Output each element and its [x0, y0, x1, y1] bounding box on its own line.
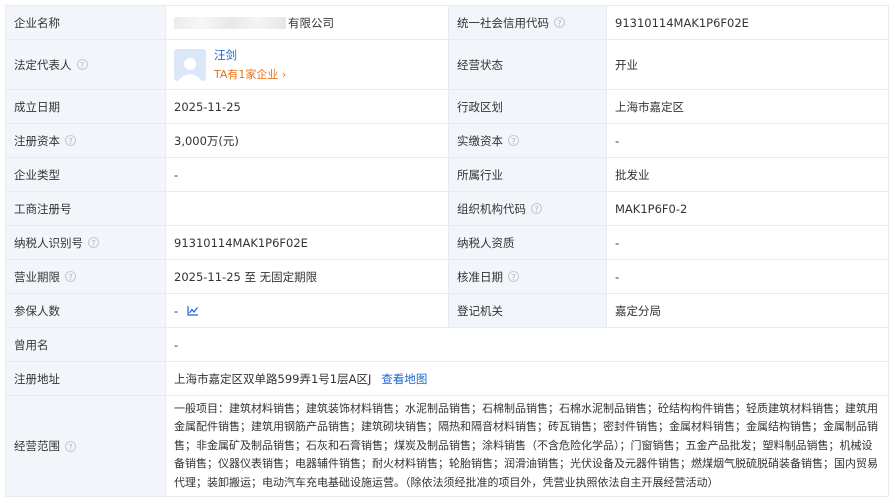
value-term: 2025-11-25 至 无固定期限 — [165, 260, 448, 293]
label-org-code: 组织机构代码? — [448, 192, 606, 225]
value-scope: 一般项目：建筑材料销售；建筑装饰材料销售；水泥制品销售；石棉制品销售；石棉水泥制… — [165, 396, 889, 496]
row-company-name: 企业名称 有限公司 统一社会信用代码? 91310114MAK1P6F02E — [5, 5, 889, 40]
label-address: 注册地址 — [5, 362, 165, 395]
label-status: 经营状态 — [448, 40, 606, 89]
view-map-link[interactable]: 查看地图 — [381, 371, 427, 387]
label-company-name: 企业名称 — [5, 6, 165, 39]
row-address: 注册地址 上海市嘉定区双单路599弄1号1层A区J 查看地图 — [5, 362, 889, 396]
value-founded: 2025-11-25 — [165, 90, 448, 123]
value-approval-date: - — [606, 260, 889, 293]
company-info-table: 企业名称 有限公司 统一社会信用代码? 91310114MAK1P6F02E 法… — [5, 5, 889, 497]
question-circle-icon[interactable]: ? — [65, 271, 76, 282]
redacted-name-block — [174, 16, 286, 29]
row-taxpayer: 纳税人识别号? 91310114MAK1P6F02E 纳税人资质 - — [5, 226, 889, 260]
row-legal-rep: 法定代表人? 汪剑 TA有1家企业 › 经营状态 开业 — [5, 40, 889, 90]
value-reg-no — [165, 192, 448, 225]
value-reg-capital: 3,000万(元) — [165, 124, 448, 157]
label-insured: 参保人数 — [5, 294, 165, 327]
label-company-type: 企业类型 — [5, 158, 165, 191]
question-circle-icon[interactable]: ? — [65, 440, 76, 452]
question-circle-icon[interactable]: ? — [554, 17, 565, 28]
label-taxpayer-id: 纳税人识别号? — [5, 226, 165, 259]
question-circle-icon[interactable]: ? — [76, 59, 88, 70]
label-paid-capital: 实缴资本? — [448, 124, 606, 157]
label-industry: 所属行业 — [448, 158, 606, 191]
question-circle-icon[interactable]: ? — [88, 237, 99, 248]
row-former-name: 曾用名 - — [5, 328, 889, 362]
row-type: 企业类型 - 所属行业 批发业 — [5, 158, 889, 192]
label-founded: 成立日期 — [5, 90, 165, 123]
row-term: 营业期限? 2025-11-25 至 无固定期限 核准日期? - — [5, 260, 889, 294]
row-scope: 经营范围? 一般项目：建筑材料销售；建筑装饰材料销售；水泥制品销售；石棉制品销售… — [5, 396, 889, 497]
value-industry: 批发业 — [606, 158, 889, 191]
question-circle-icon[interactable]: ? — [508, 135, 519, 146]
row-reg-no: 工商注册号 组织机构代码? MAK1P6F0-2 — [5, 192, 889, 226]
person-avatar-icon[interactable] — [174, 48, 206, 81]
value-legal-rep: 汪剑 TA有1家企业 › — [165, 40, 448, 89]
value-authority: 嘉定分局 — [606, 294, 889, 327]
label-legal-rep: 法定代表人? — [5, 40, 165, 89]
row-capital: 注册资本? 3,000万(元) 实缴资本? - — [5, 124, 889, 158]
label-former-name: 曾用名 — [5, 328, 165, 361]
value-region: 上海市嘉定区 — [606, 90, 889, 123]
value-address: 上海市嘉定区双单路599弄1号1层A区J 查看地图 — [165, 362, 889, 395]
value-status: 开业 — [606, 40, 889, 89]
row-founded: 成立日期 2025-11-25 行政区划 上海市嘉定区 — [5, 90, 889, 124]
label-reg-capital: 注册资本? — [5, 124, 165, 157]
value-company-type: - — [165, 158, 448, 191]
value-taxpayer-qual: - — [606, 226, 889, 259]
label-authority: 登记机关 — [448, 294, 606, 327]
label-taxpayer-qual: 纳税人资质 — [448, 226, 606, 259]
legal-rep-name-link[interactable]: 汪剑 — [214, 47, 286, 63]
value-former-name: - — [165, 328, 889, 361]
label-term: 营业期限? — [5, 260, 165, 293]
label-approval-date: 核准日期? — [448, 260, 606, 293]
trend-chart-icon[interactable] — [187, 305, 199, 316]
value-paid-capital: - — [606, 124, 889, 157]
value-org-code: MAK1P6F0-2 — [606, 192, 889, 225]
row-insured: 参保人数 - 登记机关 嘉定分局 — [5, 294, 889, 328]
value-taxpayer-id: 91310114MAK1P6F02E — [165, 226, 448, 259]
label-credit-code: 统一社会信用代码? — [448, 6, 606, 39]
question-circle-icon[interactable]: ? — [531, 203, 542, 214]
value-company-name: 有限公司 — [165, 6, 448, 39]
label-scope: 经营范围? — [5, 396, 165, 496]
legal-rep-companies-link[interactable]: TA有1家企业 › — [214, 66, 286, 82]
value-insured: - — [165, 294, 448, 327]
question-circle-icon[interactable]: ? — [508, 271, 519, 282]
question-circle-icon[interactable]: ? — [65, 135, 76, 146]
label-reg-no: 工商注册号 — [5, 192, 165, 225]
value-credit-code: 91310114MAK1P6F02E — [606, 6, 889, 39]
label-region: 行政区划 — [448, 90, 606, 123]
